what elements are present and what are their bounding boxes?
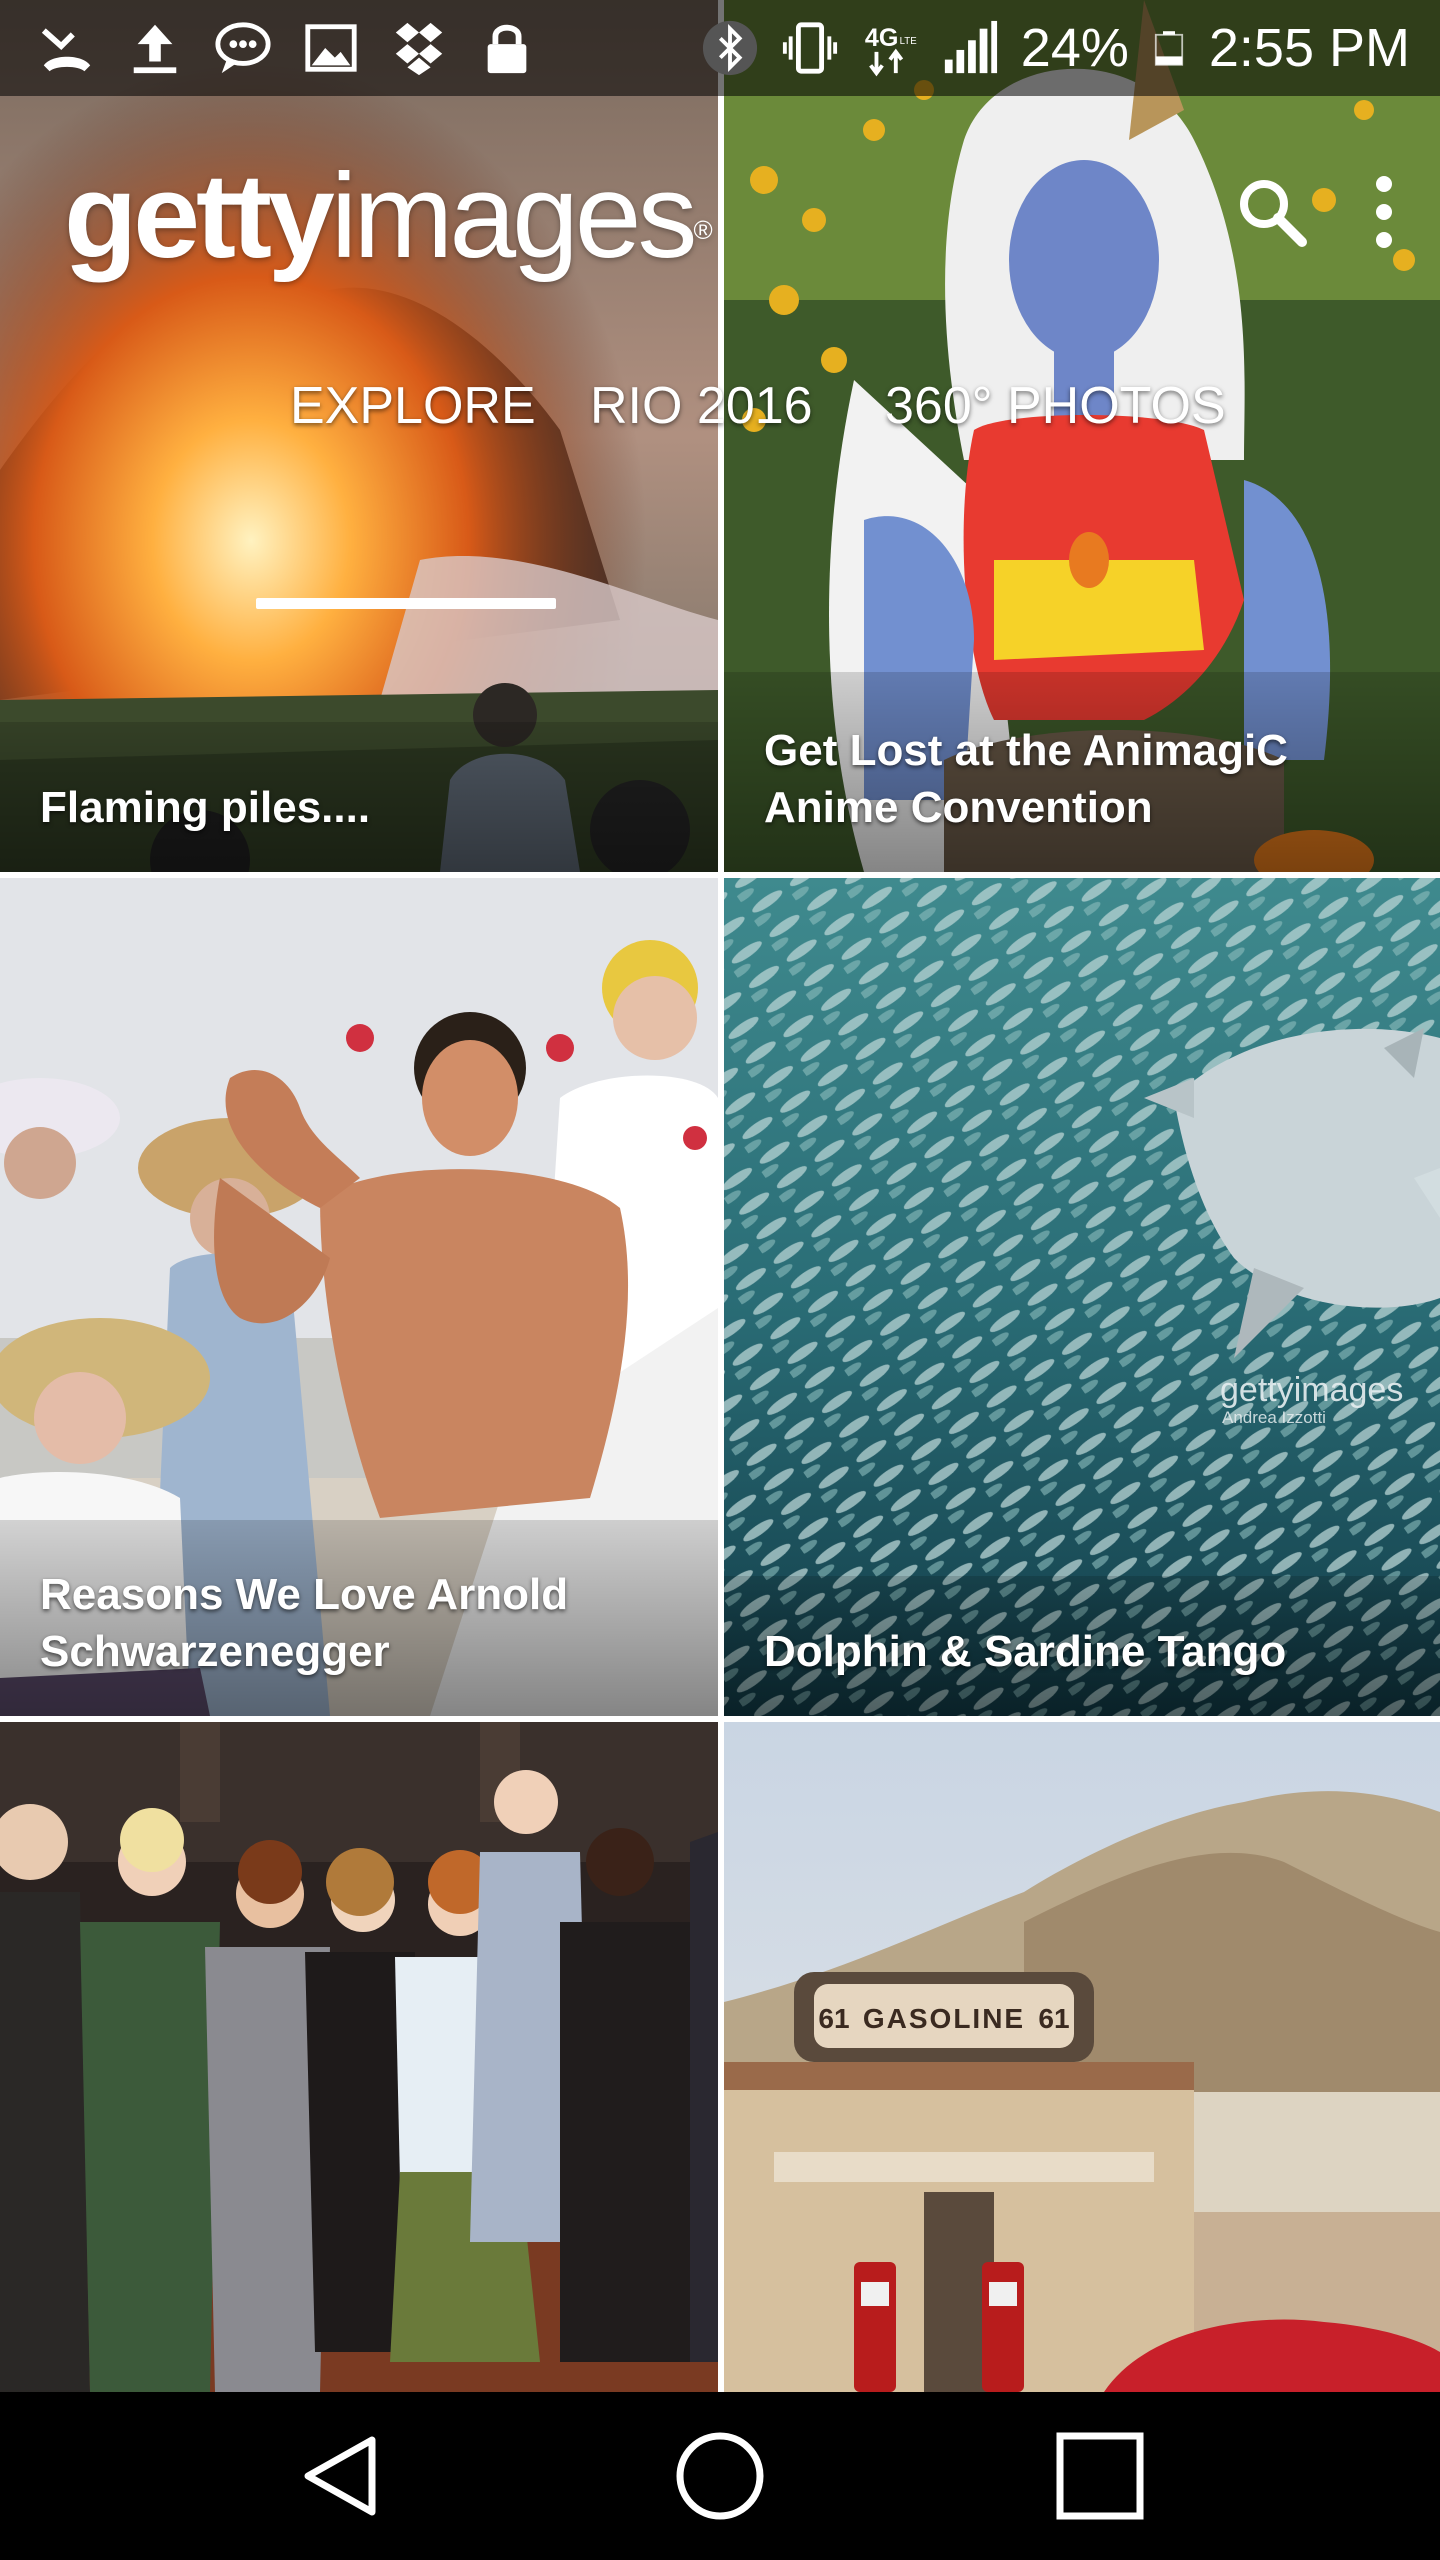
gas-station-photo: GASOLINE 61 61 (724, 1722, 1440, 2392)
group-photo (0, 1722, 718, 2392)
registered-mark: ® (693, 215, 713, 245)
network-sub-label: LTE (899, 36, 917, 47)
battery-icon (1154, 31, 1183, 66)
gallery-tile-dolphin[interactable]: gettyimages Andrea Izzotti Dolphin & Sar… (724, 878, 1440, 1716)
tab-360-photos[interactable]: 360° PHOTOS (885, 376, 1226, 436)
home-icon[interactable] (670, 2426, 770, 2526)
tile-caption: Flaming piles.... (40, 783, 371, 832)
gallery-tile-arnold[interactable]: Reasons We Love Arnold Schwarzenegger (0, 878, 718, 1716)
back-icon[interactable] (290, 2426, 390, 2526)
category-tabs: EXPLORE RIO 2016 360° PHOTOS (0, 376, 1440, 609)
gas-sign-number-left: 61 (818, 2003, 849, 2034)
logo-bold-part: getty (64, 149, 335, 283)
watermark-credit: Andrea Izzotti (1222, 1408, 1326, 1427)
tab-explore[interactable]: EXPLORE (290, 376, 536, 436)
status-bar: 4G LTE 24% 2:55 PM (0, 0, 1440, 96)
recent-apps-icon[interactable] (1050, 2426, 1150, 2526)
system-status: 4G LTE 24% 2:55 PM (701, 16, 1410, 80)
watermark-text: gettyimages (1220, 1371, 1403, 1409)
upload-icon (133, 24, 177, 74)
navigation-bar (0, 2392, 1440, 2560)
getty-images-logo: gettyimages® (64, 146, 713, 286)
tile-caption: Dolphin & Sardine Tango (764, 1627, 1287, 1676)
gas-sign-number-right: 61 (1038, 2003, 1069, 2034)
gas-sign-text: GASOLINE (863, 2003, 1025, 2034)
clock: 2:55 PM (1208, 18, 1410, 78)
gallery-tile-group-photo[interactable] (0, 1722, 718, 2392)
dropbox-icon (395, 22, 443, 76)
tile-caption: Get Lost at the AnimagiC Anime Conventio… (764, 726, 1288, 832)
chat-icon (215, 22, 271, 74)
logo-regular-part: images (330, 149, 698, 283)
battery-percent: 24% (1020, 18, 1129, 78)
tile-caption: Reasons We Love Arnold Schwarzenegger (40, 1570, 569, 1676)
missed-call-icon (41, 28, 91, 72)
lte-icon: 4G LTE (865, 24, 917, 77)
bluetooth-icon (702, 20, 757, 76)
tab-rio-2016[interactable]: RIO 2016 (590, 376, 813, 436)
search-icon[interactable] (1232, 172, 1312, 252)
vibrate-icon (782, 22, 837, 74)
app-header: gettyimages® EXPLORE RIO 2016 360° PHOTO… (0, 96, 1440, 609)
lock-icon (487, 24, 527, 74)
image-icon (305, 24, 357, 72)
tab-selected-indicator (256, 598, 556, 609)
more-vert-icon[interactable] (1368, 172, 1400, 252)
gallery-tile-gas-station[interactable]: GASOLINE 61 61 (724, 1722, 1440, 2392)
notification-icons (38, 16, 536, 80)
signal-icon (944, 20, 997, 74)
network-label: 4G (865, 24, 899, 52)
